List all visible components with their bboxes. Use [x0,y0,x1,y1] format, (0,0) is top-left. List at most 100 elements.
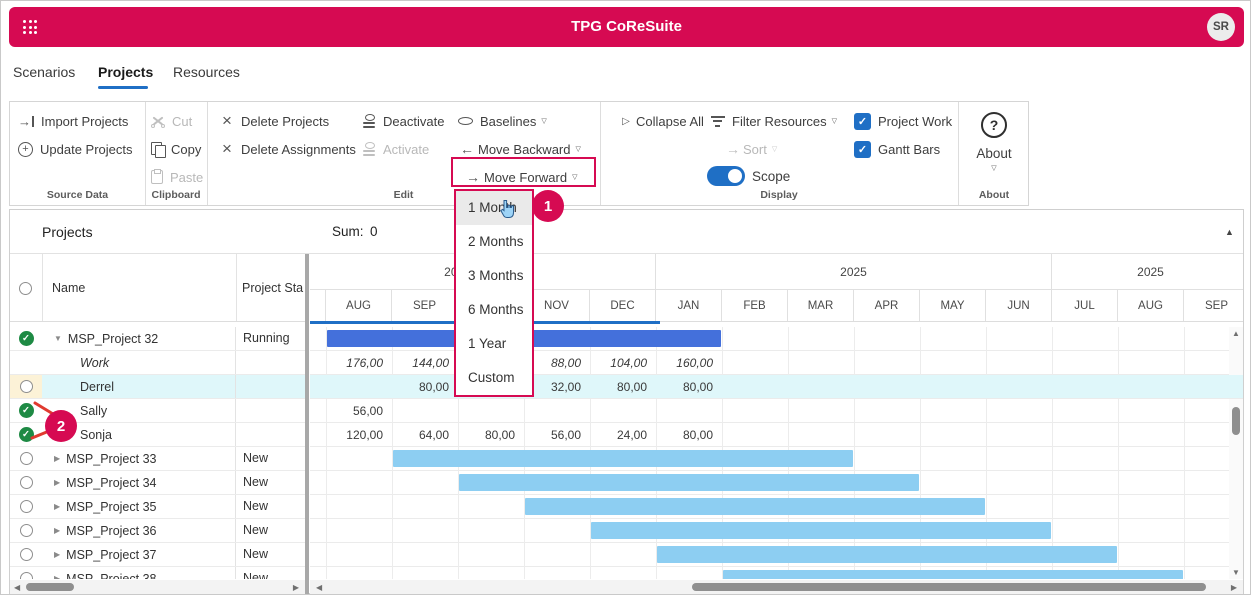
delete-assignments-button[interactable]: Delete Assignments [220,136,356,162]
row-select-cell[interactable] [10,519,42,542]
vertical-scrollbar-thumb[interactable] [1232,407,1240,435]
table-row[interactable]: Derrel [10,375,305,399]
row-select-cell[interactable] [10,447,42,470]
gantt-bar-light[interactable] [723,570,1183,579]
delete-projects-button[interactable]: Delete Projects [220,108,329,134]
row-select-cell[interactable] [10,351,42,374]
row-select-cell[interactable] [10,495,42,518]
table-row[interactable]: ▶MSP_Project 34New [10,471,305,495]
scroll-left-icon[interactable]: ◀ [316,583,322,592]
left-scrollbar-thumb[interactable] [26,583,74,591]
scroll-down-icon[interactable]: ▼ [1232,568,1240,577]
gantt-bar-light[interactable] [657,546,1117,563]
move-backward-button[interactable]: ← Move Backward ▽ [459,136,581,162]
checkbox-checked-icon[interactable] [854,113,871,130]
import-projects-button[interactable]: → Import Projects [18,108,128,134]
gantt-row[interactable]: 120,0064,0080,0056,0024,0080,00 [310,423,1243,447]
table-row[interactable]: ▼MSP_Project 32Running [10,327,305,351]
row-name-cell[interactable]: ▶MSP_Project 34 [42,471,236,494]
tab-projects[interactable]: Projects [98,59,153,85]
scroll-right-icon[interactable]: ▶ [1231,583,1237,592]
row-name-cell[interactable]: ▶MSP_Project 37 [42,543,236,566]
table-row[interactable]: Work [10,351,305,375]
scroll-up-icon[interactable]: ▲ [1232,329,1240,338]
check-circle-icon[interactable] [19,331,34,346]
gantt-row[interactable]: 176,00144,0088,00104,00160,00 [310,351,1243,375]
check-circle-icon[interactable] [19,403,34,418]
row-select-cell[interactable] [10,327,42,350]
gantt-scrollbar-thumb[interactable] [692,583,1206,591]
radio-circle-icon[interactable] [20,572,33,579]
scroll-left-icon[interactable]: ◀ [14,583,20,592]
expand-row-icon[interactable]: ▶ [54,526,60,535]
sort-button[interactable]: → Sort ▽ [725,136,777,162]
menu-item-6-months[interactable]: 6 Months [456,293,532,327]
table-row[interactable]: ▶MSP_Project 35New [10,495,305,519]
project-work-checkbox[interactable]: Project Work [854,108,952,134]
check-circle-icon[interactable] [19,427,34,442]
pane-splitter-handle[interactable] [305,254,309,594]
radio-circle-icon[interactable] [20,500,33,513]
gantt-row[interactable] [310,543,1243,567]
row-name-cell[interactable]: ▶MSP_Project 38 [42,567,236,579]
update-projects-button[interactable]: Update Projects [18,136,133,162]
gantt-row[interactable] [310,327,1243,351]
gantt-bar-light[interactable] [393,450,853,467]
scope-toggle[interactable]: Scope [707,163,790,189]
radio-circle-icon[interactable] [20,476,33,489]
gantt-bar-light[interactable] [591,522,1051,539]
left-horizontal-scrollbar[interactable]: ◀ ▶ [10,580,305,594]
menu-item-1-year[interactable]: 1 Year [456,327,532,361]
gantt-bar-light[interactable] [525,498,985,515]
tab-scenarios[interactable]: Scenarios [13,59,75,85]
cut-button[interactable]: Cut [151,108,192,134]
row-select-cell[interactable] [10,543,42,566]
row-name-cell[interactable]: ▶MSP_Project 33 [42,447,236,470]
gantt-horizontal-scrollbar[interactable]: ◀ ▶ [310,580,1243,594]
table-row[interactable]: ▶MSP_Project 36New [10,519,305,543]
gantt-row[interactable] [310,519,1243,543]
toggle-on-icon[interactable] [707,166,745,186]
checkbox-checked-icon[interactable] [854,141,871,158]
scroll-right-icon[interactable]: ▶ [293,583,299,592]
collapse-row-icon[interactable]: ▼ [54,334,62,343]
radio-circle-icon[interactable] [20,548,33,561]
about-button[interactable] [981,112,1007,138]
gantt-bar-light[interactable] [459,474,919,491]
menu-item-3-months[interactable]: 3 Months [456,259,532,293]
select-all-radio[interactable] [19,282,32,295]
radio-circle-icon[interactable] [20,452,33,465]
status-column-header[interactable]: Project Sta [242,254,304,322]
activate-button[interactable]: Activate [362,136,429,162]
row-select-cell[interactable] [10,399,42,422]
paste-button[interactable]: Paste [151,164,203,190]
row-name-cell[interactable]: Work [42,351,236,374]
name-column-header[interactable]: Name [52,254,85,322]
user-avatar[interactable]: SR [1207,13,1235,41]
row-select-cell[interactable] [10,567,42,579]
row-select-cell[interactable] [10,471,42,494]
row-name-cell[interactable]: Derrel [42,375,236,398]
table-row[interactable]: ▶MSP_Project 33New [10,447,305,471]
copy-button[interactable]: Copy [151,136,201,162]
row-name-cell[interactable]: ▼MSP_Project 32 [42,327,236,350]
expand-row-icon[interactable]: ▶ [54,454,60,463]
gantt-row[interactable] [310,495,1243,519]
gantt-row[interactable]: 56,00 [310,399,1243,423]
expand-row-icon[interactable]: ▶ [54,502,60,511]
gantt-bars-checkbox[interactable]: Gantt Bars [854,136,940,162]
table-row[interactable]: ▶MSP_Project 37New [10,543,305,567]
gantt-row[interactable] [310,447,1243,471]
collapse-panel-icon[interactable]: ▲ [1225,210,1234,254]
about-button-label[interactable]: About [958,146,1030,161]
row-select-cell[interactable] [10,375,42,398]
gantt-row[interactable]: 80,0032,0080,0080,00 [310,375,1243,399]
filter-resources-button[interactable]: Filter Resources ▽ [710,108,837,134]
menu-item-custom[interactable]: Custom [456,361,532,395]
baselines-button[interactable]: Baselines ▽ [458,108,547,134]
table-row[interactable]: ▶MSP_Project 38New [10,567,305,579]
expand-row-icon[interactable]: ▶ [54,550,60,559]
row-select-cell[interactable] [10,423,42,446]
row-name-cell[interactable]: ▶MSP_Project 36 [42,519,236,542]
tab-resources[interactable]: Resources [173,59,240,85]
